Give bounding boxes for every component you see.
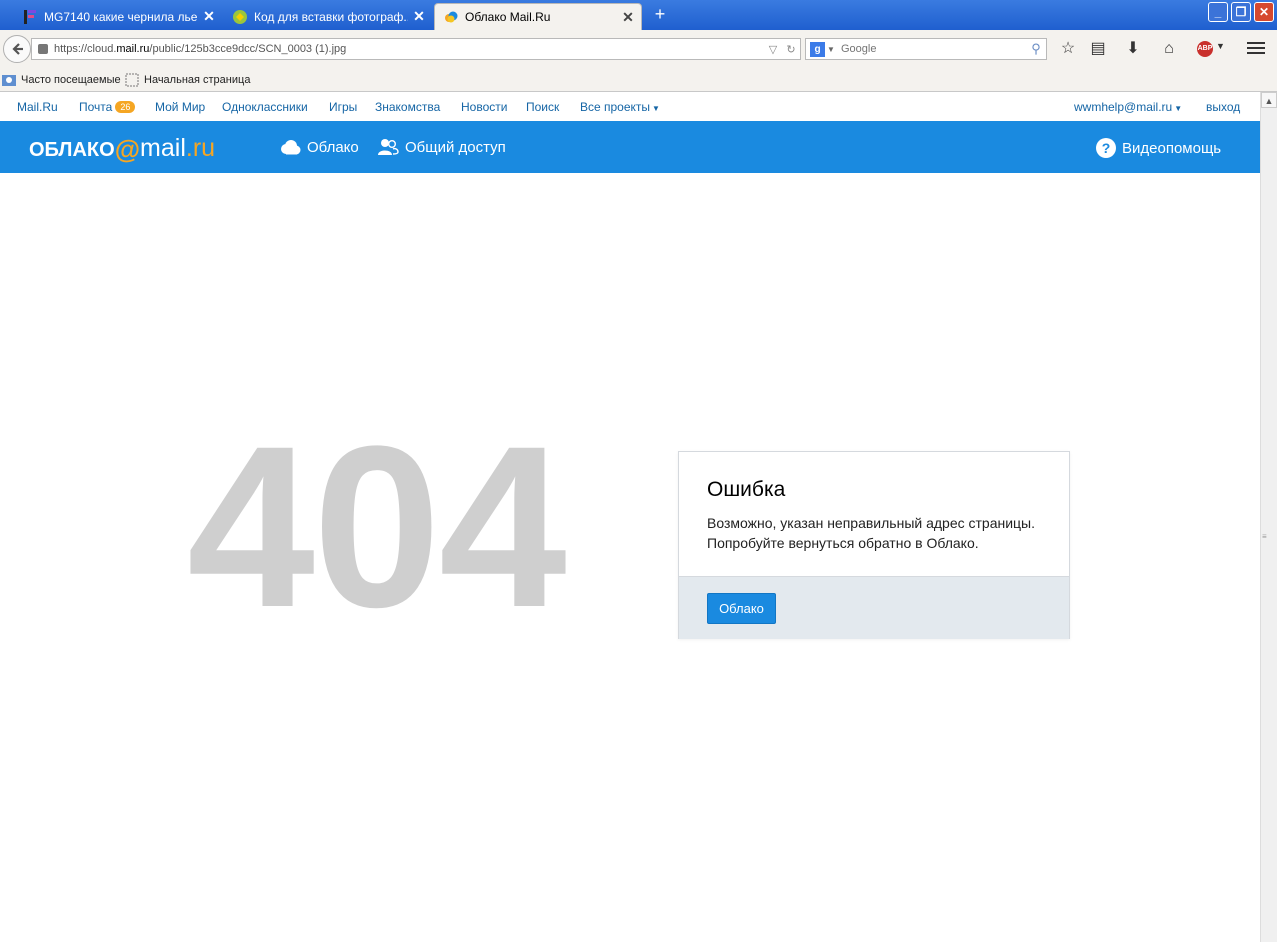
url-bar[interactable]: https://cloud.mail.ru/public/125b3cce9dc… — [31, 38, 801, 60]
page-scrollbar[interactable]: ▲ ≡ — [1260, 92, 1277, 942]
chevron-down-icon: ▼ — [1174, 104, 1183, 113]
url-text[interactable]: https://cloud.mail.ru/public/125b3cce9dc… — [54, 43, 764, 55]
tab-label: MG7140 какие чернила лье... — [44, 9, 198, 24]
question-icon: ? — [1096, 138, 1116, 158]
tab-close-icon[interactable]: ✕ — [412, 8, 426, 25]
maximize-button[interactable]: ❐ — [1231, 2, 1251, 22]
tab-label: Код для вставки фотограф... — [254, 9, 408, 24]
dropdown-arrow-icon[interactable]: ▽ — [764, 43, 782, 56]
chevron-down-icon[interactable]: ▼ — [1216, 41, 1225, 51]
error-dialog: Ошибка Возможно, указан неправильный адр… — [678, 451, 1070, 639]
cloud-header: ОБЛАКО@mail.ru Облако Общий доступ ? Вид… — [0, 121, 1260, 173]
users-icon — [378, 139, 399, 155]
minimize-button[interactable]: _ — [1208, 2, 1228, 22]
google-engine-icon[interactable]: g — [810, 41, 825, 57]
portal-link-mail[interactable]: Почта 26 — [79, 100, 136, 114]
download-icon[interactable]: ⬇ — [1123, 39, 1143, 59]
portal-link-mailru[interactable]: Mail.Ru — [17, 100, 58, 114]
video-help-label: Видеопомощь — [1122, 139, 1222, 157]
browser-nav-bar: https://cloud.mail.ru/public/125b3cce9dc… — [0, 30, 1277, 68]
error-code: 404 — [187, 398, 567, 655]
video-help-link[interactable]: ? Видеопомощь — [1096, 138, 1221, 158]
bookmark-star-icon[interactable]: ☆ — [1058, 39, 1078, 59]
search-folder-icon — [2, 75, 16, 86]
portal-link-search[interactable]: Поиск — [526, 100, 559, 114]
tab-close-icon[interactable]: ✕ — [621, 9, 635, 26]
cloud-icon — [281, 140, 301, 155]
back-button[interactable] — [3, 35, 31, 63]
nav-cloud-label: Облако — [307, 138, 359, 156]
bookmarks-list-icon[interactable]: ▤ — [1088, 39, 1108, 59]
lock-icon — [38, 44, 48, 54]
page-icon — [125, 73, 139, 87]
tab-cloud-mailru[interactable]: Облако Mail.Ru ✕ — [434, 3, 642, 30]
portal-link-label: Почта — [79, 100, 113, 114]
logout-link[interactable]: выход — [1206, 100, 1240, 114]
nav-shared-access-label: Общий доступ — [405, 138, 506, 156]
home-icon[interactable]: ⌂ — [1159, 39, 1179, 59]
arrow-left-icon — [12, 43, 23, 55]
cloud-favicon-icon — [445, 11, 458, 23]
search-bar[interactable]: g ▼ ⚲ — [805, 38, 1047, 60]
scroll-up-icon[interactable]: ▲ — [1261, 92, 1277, 108]
portal-menu: Mail.Ru Почта 26 Мой Мир Одноклассники Иг… — [0, 92, 1260, 121]
chevron-down-icon[interactable]: ▼ — [825, 45, 837, 54]
mail-count-badge: 26 — [115, 101, 136, 113]
close-window-button[interactable]: ✕ — [1254, 2, 1274, 22]
back-to-cloud-button[interactable]: Облако — [707, 593, 776, 624]
bookmarks-bar: Часто посещаемые Начальная страница — [0, 68, 1277, 92]
bookmark-label: Начальная страница — [144, 74, 251, 86]
site-favicon-icon — [233, 9, 247, 24]
adblock-icon[interactable]: ABP — [1197, 41, 1213, 57]
browser-title-bar: MG7140 какие чернила лье... ✕ Код для вс… — [0, 0, 1277, 30]
search-input[interactable] — [837, 43, 1026, 55]
page-viewport: Mail.Ru Почта 26 Мой Мир Одноклассники Иг… — [0, 92, 1260, 942]
portal-link-news[interactable]: Новости — [461, 100, 507, 114]
search-icon[interactable]: ⚲ — [1026, 41, 1046, 57]
portal-link-all-projects[interactable]: Все проекты ▼ — [580, 100, 660, 114]
bookmark-home-page[interactable]: Начальная страница — [125, 73, 250, 87]
tab-label: Облако Mail.Ru — [465, 10, 551, 24]
nav-cloud[interactable]: Облако — [279, 138, 359, 156]
portal-link-my-world[interactable]: Мой Мир — [155, 100, 205, 114]
error-message-line: Возможно, указан неправильный адрес стра… — [707, 515, 1036, 531]
bookmark-label: Часто посещаемые — [21, 74, 121, 86]
reload-icon[interactable]: ↻ — [782, 43, 800, 56]
portal-link-odnoklassniki[interactable]: Одноклассники — [222, 100, 308, 114]
portal-link-label: Все проекты — [580, 100, 651, 114]
chevron-down-icon: ▼ — [652, 104, 660, 113]
user-email: wwmhelp@mail.ru — [1074, 100, 1173, 114]
nav-shared-access[interactable]: Общий доступ — [377, 138, 506, 156]
portal-link-games[interactable]: Игры — [329, 100, 357, 114]
error-message: Возможно, указан неправильный адрес стра… — [707, 513, 1057, 553]
site-favicon-icon — [24, 9, 36, 24]
cloud-logo[interactable]: ОБЛАКО@mail.ru — [29, 134, 215, 165]
tab-close-icon[interactable]: ✕ — [202, 8, 216, 25]
bookmark-most-visited[interactable]: Часто посещаемые — [2, 73, 121, 87]
user-email-menu[interactable]: wwmhelp@mail.ru ▼ — [1074, 100, 1182, 114]
error-message-line: Попробуйте вернуться обратно в Облако. — [707, 535, 979, 551]
new-tab-button[interactable]: + — [650, 5, 670, 25]
tab-mg7140[interactable]: MG7140 какие чернила лье... ✕ — [14, 3, 222, 30]
portal-link-dating[interactable]: Знакомства — [375, 100, 440, 114]
error-dialog-footer: Облако — [679, 576, 1069, 639]
tab-photo-code[interactable]: Код для вставки фотограф... ✕ — [224, 3, 432, 30]
error-title: Ошибка — [707, 478, 786, 501]
scroll-grip-icon: ≡ — [1262, 532, 1267, 541]
menu-icon[interactable] — [1247, 39, 1265, 57]
